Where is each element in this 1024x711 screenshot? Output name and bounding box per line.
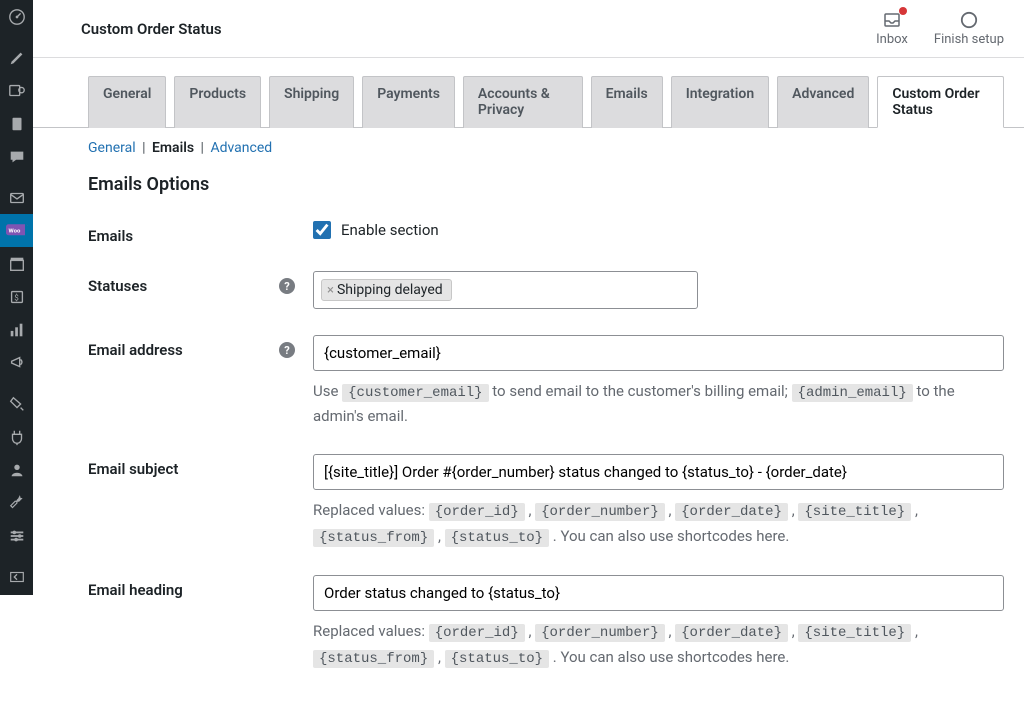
tab-integration[interactable]: Integration: [671, 76, 769, 128]
inbox-label: Inbox: [876, 32, 908, 47]
tab-advanced[interactable]: Advanced: [777, 76, 869, 128]
menu-contact[interactable]: [0, 181, 33, 214]
main-area: Custom Order Status Inbox Finish setup G…: [33, 0, 1024, 711]
subnav-general[interactable]: General: [88, 140, 136, 156]
label-email-heading: Email heading: [88, 581, 183, 599]
subnav-sep: |: [201, 140, 204, 156]
circle-icon: [959, 10, 979, 30]
token-label: Shipping delayed: [337, 282, 443, 298]
menu-collapse[interactable]: [0, 560, 33, 593]
code-token: {order_id}: [429, 624, 525, 642]
page-title: Custom Order Status: [81, 20, 222, 38]
top-bar: Custom Order Status Inbox Finish setup: [33, 0, 1024, 58]
menu-dashboard[interactable]: [0, 0, 33, 33]
menu-posts[interactable]: [0, 41, 33, 74]
menu-marketing[interactable]: [0, 346, 33, 379]
svg-text:$: $: [14, 292, 19, 302]
menu-products[interactable]: [0, 247, 33, 280]
email-address-input[interactable]: [313, 335, 1004, 371]
tab-custom-order-status[interactable]: Custom Order Status: [877, 76, 1004, 128]
notification-dot: [899, 7, 907, 15]
tab-shipping[interactable]: Shipping: [269, 76, 354, 128]
label-statuses: Statuses: [88, 277, 147, 295]
subnav-sep: |: [142, 140, 145, 156]
code-token: {order_number}: [535, 503, 665, 521]
label-email-address: Email address: [88, 341, 183, 359]
email-subject-input[interactable]: [313, 454, 1004, 490]
sub-nav: General | Emails | Advanced: [33, 128, 1024, 168]
row-email-address: Email address ? Use {customer_email} to …: [88, 335, 1004, 428]
status-token: × Shipping delayed: [321, 279, 452, 301]
menu-comments[interactable]: [0, 140, 33, 173]
enable-checkbox[interactable]: [313, 221, 331, 239]
help-icon[interactable]: ?: [279, 278, 295, 294]
menu-payments[interactable]: $: [0, 280, 33, 313]
email-heading-input[interactable]: [313, 575, 1004, 611]
content: Emails Options Emails Enable section Sta…: [33, 168, 1024, 711]
token-remove-icon[interactable]: ×: [327, 283, 334, 298]
subnav-advanced[interactable]: Advanced: [210, 140, 272, 156]
code-token: {order_date}: [675, 624, 788, 642]
tabs-row: General Products Shipping Payments Accou…: [33, 58, 1024, 128]
code-token: {order_number}: [535, 624, 665, 642]
code-token: {site_title}: [798, 624, 911, 642]
label-email-subject: Email subject: [88, 460, 178, 478]
tab-general[interactable]: General: [88, 76, 166, 128]
code-token: {site_title}: [798, 503, 911, 521]
menu-analytics[interactable]: [0, 313, 33, 346]
email-subject-help: Replaced values: {order_id} , {order_num…: [313, 498, 1004, 549]
menu-users[interactable]: [0, 453, 33, 486]
tab-products[interactable]: Products: [174, 76, 261, 128]
statuses-input[interactable]: × Shipping delayed: [313, 271, 698, 309]
code-token: {status_to}: [445, 529, 549, 547]
tab-accounts-privacy[interactable]: Accounts & Privacy: [463, 76, 583, 128]
menu-plugins[interactable]: [0, 420, 33, 453]
row-email-subject: Email subject Replaced values: {order_id…: [88, 454, 1004, 549]
inbox-button[interactable]: Inbox: [876, 10, 908, 47]
admin-sidebar: Woo $: [0, 0, 33, 595]
finish-label: Finish setup: [934, 32, 1004, 47]
menu-tools[interactable]: [0, 486, 33, 519]
subnav-emails: Emails: [152, 140, 194, 156]
code-token: {status_to}: [445, 650, 549, 668]
inbox-icon: [882, 10, 902, 30]
code-token: {admin_email}: [792, 384, 913, 402]
email-heading-help: Replaced values: {order_id} , {order_num…: [313, 619, 1004, 670]
code-token: {customer_email}: [342, 384, 488, 402]
menu-pages[interactable]: [0, 107, 33, 140]
row-emails: Emails Enable section: [88, 221, 1004, 245]
finish-setup-button[interactable]: Finish setup: [934, 10, 1004, 47]
code-token: {status_from}: [313, 529, 434, 547]
code-token: {order_date}: [675, 503, 788, 521]
email-address-help: Use {customer_email} to send email to th…: [313, 379, 1004, 428]
section-heading: Emails Options: [88, 174, 1004, 195]
help-icon[interactable]: ?: [279, 342, 295, 358]
menu-woocommerce[interactable]: Woo: [0, 214, 33, 247]
svg-text:Woo: Woo: [8, 228, 20, 234]
enable-label[interactable]: Enable section: [341, 221, 439, 239]
code-token: {order_id}: [429, 503, 525, 521]
tab-payments[interactable]: Payments: [362, 76, 455, 128]
code-token: {status_from}: [313, 650, 434, 668]
label-emails: Emails: [88, 221, 313, 245]
menu-media[interactable]: [0, 74, 33, 107]
top-actions: Inbox Finish setup: [876, 10, 1004, 47]
menu-appearance[interactable]: [0, 387, 33, 420]
row-statuses: Statuses ? × Shipping delayed: [88, 271, 1004, 309]
menu-settings[interactable]: [0, 519, 33, 552]
tab-emails[interactable]: Emails: [591, 76, 663, 128]
row-email-heading: Email heading Replaced values: {order_id…: [88, 575, 1004, 670]
